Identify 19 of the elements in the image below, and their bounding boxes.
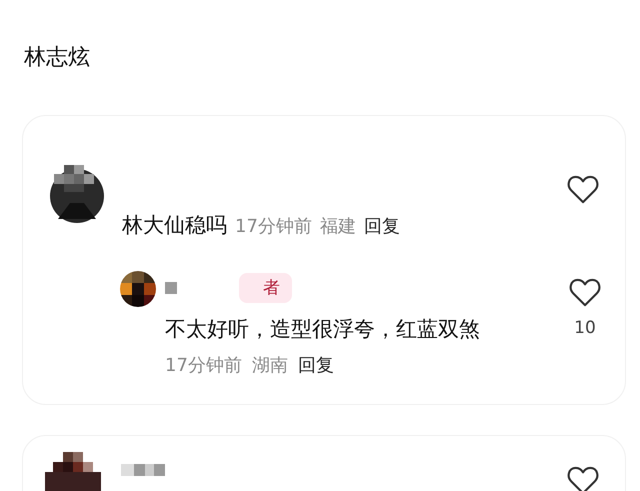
avatar-mosaic-icon: [45, 452, 101, 491]
reply-link[interactable]: 回复: [298, 353, 334, 379]
reply-link[interactable]: 回复: [364, 214, 400, 240]
comment-text: 林大仙稳吗: [122, 212, 227, 238]
comment-location: 福建: [320, 215, 356, 239]
like-count: 10: [574, 317, 596, 340]
reply-text: 不太好听，造型很浮夸，红蓝双煞: [165, 316, 481, 343]
reply-time: 17分钟前: [165, 354, 242, 378]
heart-icon[interactable]: [569, 278, 601, 308]
avatar-mosaic-icon: [50, 165, 104, 223]
heart-icon[interactable]: [567, 175, 599, 205]
pixelated-name-block: [121, 464, 165, 476]
page-title: 林志炫: [23, 44, 91, 72]
comment-time: 17分钟前: [235, 215, 312, 239]
pixelated-name-block: [165, 282, 177, 294]
author-badge: 者: [239, 273, 292, 303]
heart-icon[interactable]: [567, 466, 599, 491]
reply-location: 湖南: [252, 354, 288, 378]
avatar-mosaic-icon: [120, 271, 156, 307]
